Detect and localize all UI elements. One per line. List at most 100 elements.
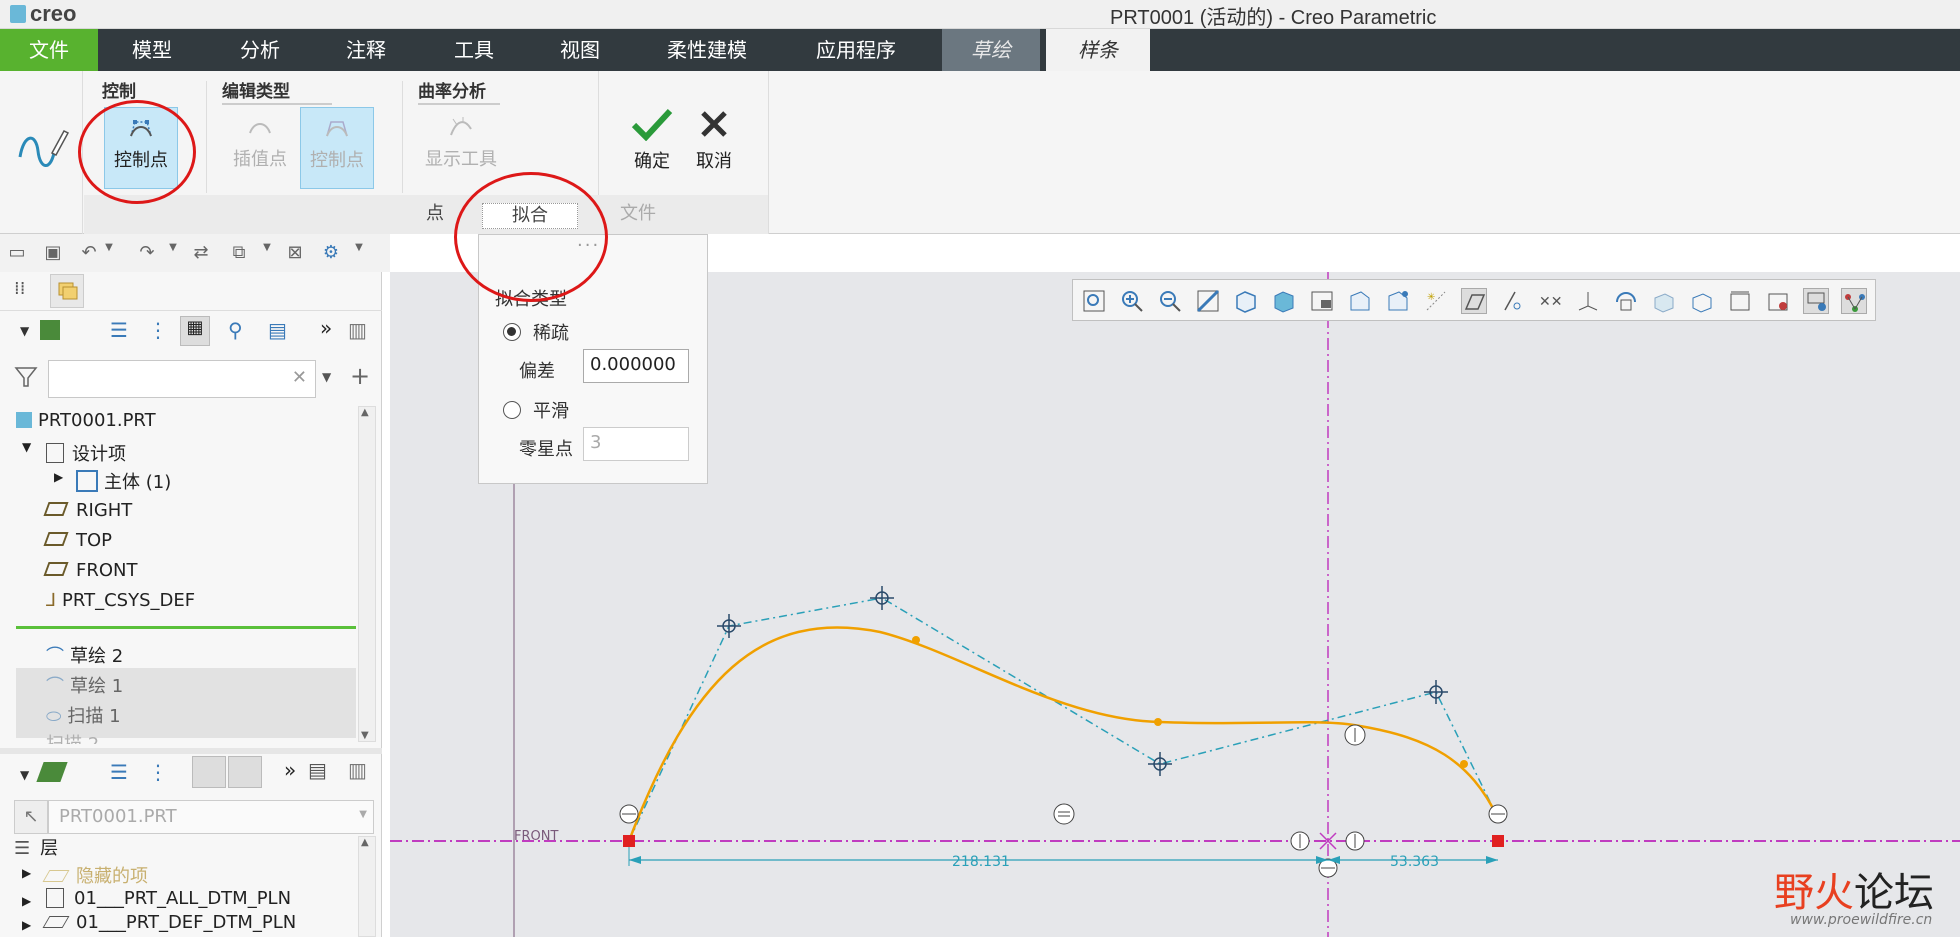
smooth-radio[interactable] bbox=[503, 401, 521, 419]
filter-funnel-icon[interactable] bbox=[14, 366, 38, 393]
control-points-type-button[interactable]: 控制点 bbox=[300, 107, 374, 189]
layers-icon[interactable] bbox=[36, 762, 68, 782]
plane-display-icon[interactable] bbox=[1385, 288, 1411, 314]
undo-icon[interactable]: ↶ bbox=[78, 242, 100, 264]
expand-hidden-icon[interactable]: ▶ bbox=[22, 866, 31, 880]
vertex-display-icon[interactable] bbox=[1575, 288, 1601, 314]
folder-browser-tab-icon[interactable] bbox=[50, 274, 84, 308]
insert-indicator[interactable] bbox=[16, 626, 356, 629]
menu-annotate[interactable]: 注释 bbox=[324, 29, 408, 71]
settings-gear-icon[interactable]: ⚙ bbox=[320, 242, 342, 264]
layer-active-icon[interactable] bbox=[192, 756, 226, 788]
menu-model[interactable]: 模型 bbox=[110, 29, 194, 71]
layer-tree-root[interactable]: ☰ 层 bbox=[14, 834, 58, 860]
tree-table-icon[interactable]: ▤ bbox=[268, 318, 287, 342]
menu-tools[interactable]: 工具 bbox=[432, 29, 516, 71]
tree-item-root[interactable]: PRT0001.PRT bbox=[16, 410, 156, 431]
network-icon[interactable] bbox=[1841, 288, 1867, 314]
view-manager-icon[interactable] bbox=[1309, 288, 1335, 314]
menu-applications[interactable]: 应用程序 bbox=[800, 29, 912, 71]
dimension-display-icon[interactable] bbox=[1499, 288, 1525, 314]
point-display-icon[interactable]: ✳ bbox=[1423, 288, 1449, 314]
tree-item-right[interactable]: RIGHT bbox=[43, 500, 132, 521]
sporadic-points-input[interactable]: 3 bbox=[583, 427, 689, 461]
model-tree-scrollbar[interactable]: ▲ ▼ bbox=[358, 406, 376, 742]
redo-icon[interactable]: ↷ bbox=[136, 242, 158, 264]
menu-spline[interactable]: 样条 bbox=[1046, 29, 1150, 71]
zoom-out-icon[interactable] bbox=[1157, 288, 1183, 314]
open-icon[interactable]: ▭ bbox=[6, 242, 28, 264]
sketch-view-icon[interactable] bbox=[1461, 288, 1487, 314]
save-icon[interactable]: ▣ bbox=[42, 242, 64, 264]
tree-funnel-icon[interactable]: ⚲ bbox=[228, 318, 243, 342]
perspective-icon[interactable] bbox=[1347, 288, 1373, 314]
expand-layer2-icon[interactable]: ▶ bbox=[22, 918, 31, 932]
zoom-in-icon[interactable] bbox=[1119, 288, 1145, 314]
saved-orientations-icon[interactable] bbox=[1233, 288, 1259, 314]
add-icon[interactable]: + bbox=[350, 362, 370, 390]
display-style-icon[interactable] bbox=[1271, 288, 1297, 314]
windows-dropdown-icon[interactable]: ▼ bbox=[256, 242, 278, 264]
menu-file[interactable]: 文件 bbox=[0, 29, 98, 71]
redo-dropdown-icon[interactable]: ▼ bbox=[162, 242, 184, 264]
clear-search-icon[interactable]: ✕ bbox=[292, 367, 307, 388]
menu-view[interactable]: 视图 bbox=[538, 29, 622, 71]
tree-item-front[interactable]: FRONT bbox=[43, 560, 138, 581]
menu-analysis[interactable]: 分析 bbox=[218, 29, 302, 71]
tree-item-design-items[interactable]: 设计项 bbox=[46, 440, 126, 466]
tree-display-dropdown[interactable]: ▼ bbox=[20, 324, 29, 338]
shaded-icon[interactable] bbox=[1651, 288, 1677, 314]
spin-center-icon[interactable] bbox=[1613, 288, 1639, 314]
appearance-icon[interactable] bbox=[1803, 288, 1829, 314]
settings-dropdown-icon[interactable]: ▼ bbox=[348, 242, 370, 264]
ok-button[interactable]: 确定 bbox=[624, 99, 680, 181]
model-tree-tab-icon[interactable]: ⁞⁞ bbox=[14, 278, 25, 299]
tree-item-sketch-2[interactable]: ⌒ 草绘 2 bbox=[46, 642, 123, 668]
layer-hidden-items[interactable]: 隐藏的项 bbox=[42, 862, 148, 888]
layer-tree-scrollbar[interactable]: ▲ bbox=[358, 836, 376, 937]
layer-more-icon[interactable]: » bbox=[284, 758, 296, 782]
tree-item-sweep-1[interactable]: ⬭ 扫描 1 bbox=[46, 702, 121, 728]
tree-item-top[interactable]: TOP bbox=[43, 530, 112, 551]
tree-display-icon[interactable] bbox=[40, 320, 60, 340]
close-window-icon[interactable]: ⊠ bbox=[284, 242, 306, 264]
layer-display-dropdown[interactable]: ▼ bbox=[20, 768, 29, 782]
tree-item-csys[interactable]: ⅃ PRT_CSYS_DEF bbox=[46, 590, 195, 611]
layer-properties-icon[interactable]: ▤ bbox=[308, 758, 327, 782]
camera-icon[interactable] bbox=[1765, 288, 1791, 314]
expand-design-items-icon[interactable]: ▼ bbox=[22, 440, 31, 454]
wireframe-icon[interactable] bbox=[1689, 288, 1715, 314]
deviation-input[interactable]: 0.000000 bbox=[583, 349, 689, 383]
display-tool-button[interactable]: 显示工具 bbox=[418, 107, 504, 189]
layer-hide-icon[interactable] bbox=[228, 756, 262, 788]
tree-item-sketch-1[interactable]: ⌒ 草绘 1 bbox=[46, 672, 123, 698]
layer-model-select[interactable]: PRT0001.PRT ▼ bbox=[48, 800, 374, 834]
measure-icon[interactable] bbox=[1727, 288, 1753, 314]
search-dropdown-icon[interactable]: ▼ bbox=[322, 370, 331, 384]
tree-item-sweep-2[interactable]: 扫描 2 bbox=[46, 730, 99, 744]
cancel-button[interactable]: 取消 bbox=[686, 99, 742, 181]
layer-list-icon[interactable]: ☰ bbox=[110, 760, 128, 784]
menu-flexible-modeling[interactable]: 柔性建模 bbox=[650, 29, 764, 71]
menu-sketch[interactable]: 草绘 bbox=[942, 29, 1040, 71]
tree-item-body[interactable]: 主体 (1) bbox=[76, 468, 171, 494]
tree-search-input[interactable]: ✕ bbox=[48, 360, 316, 398]
windows-icon[interactable]: ⧉ bbox=[228, 242, 250, 264]
layer-columns-icon[interactable]: ⋮ bbox=[148, 760, 168, 784]
layer-notes-icon[interactable]: ▥ bbox=[348, 758, 367, 782]
sparse-radio[interactable] bbox=[503, 323, 521, 341]
regenerate-icon[interactable]: ⇄ bbox=[190, 242, 212, 264]
undo-dropdown-icon[interactable]: ▼ bbox=[98, 242, 120, 264]
refit-icon[interactable] bbox=[1081, 288, 1107, 314]
layer-item-def-dtm-pln[interactable]: 01___PRT_DEF_DTM_PLN bbox=[42, 912, 296, 933]
expand-layer1-icon[interactable]: ▶ bbox=[22, 894, 31, 908]
repaint-icon[interactable] bbox=[1195, 288, 1221, 314]
tree-columns-icon[interactable]: ⋮ bbox=[148, 318, 168, 342]
expand-body-icon[interactable]: ▶ bbox=[54, 470, 63, 484]
layer-item-all-dtm-pln[interactable]: 01___PRT_ALL_DTM_PLN bbox=[46, 888, 291, 909]
tree-more-icon[interactable]: » bbox=[320, 316, 332, 340]
tree-settings-icon[interactable]: ▦ bbox=[180, 316, 210, 346]
constraint-display-icon[interactable]: ✕✕ bbox=[1537, 288, 1563, 314]
tree-filter-icon[interactable]: ☰ bbox=[110, 318, 128, 342]
interpolation-points-button[interactable]: 插值点 bbox=[222, 107, 298, 189]
